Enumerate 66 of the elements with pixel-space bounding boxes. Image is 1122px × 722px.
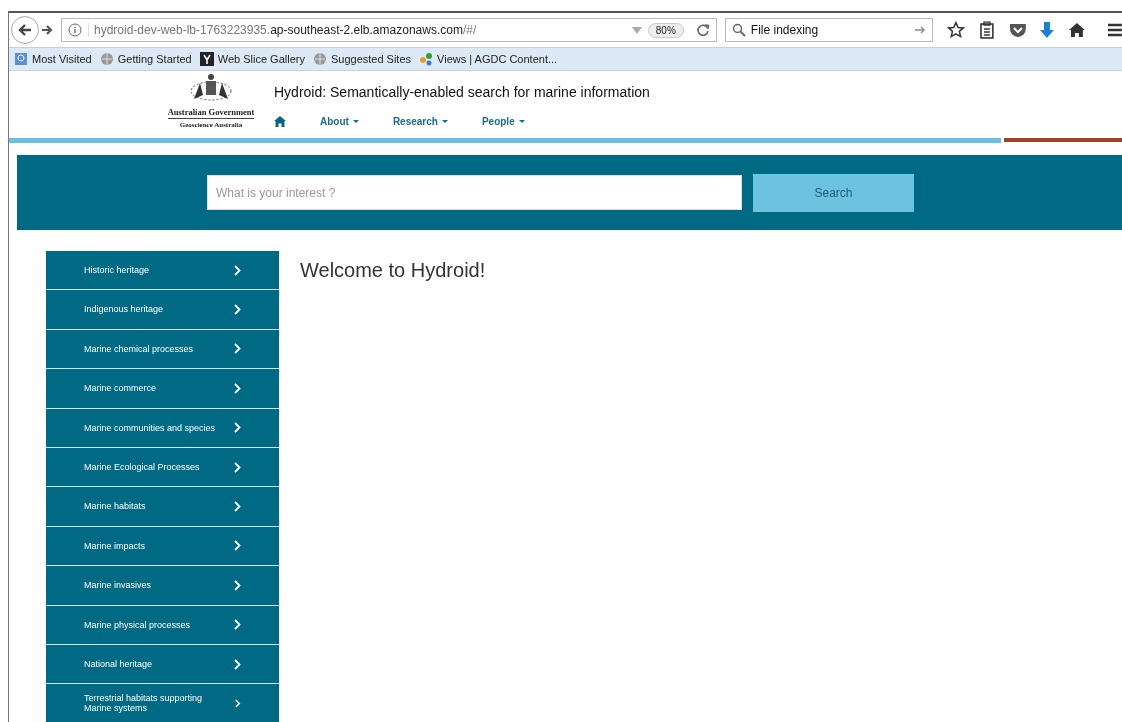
star-icon[interactable] (946, 21, 965, 39)
url-text: hydroid-dev-web-lb-1763223935.ap-southeast-2.elb.amazonaws.com/#/ (88, 23, 477, 37)
chevron-icon (235, 698, 241, 709)
zoom-level[interactable]: 80% (647, 22, 684, 38)
reload-icon[interactable] (695, 23, 710, 37)
search-field[interactable]: What is your interest ? (207, 175, 742, 210)
sidebar-item[interactable]: Marine habitats (46, 487, 279, 527)
search-button[interactable]: Search (753, 173, 914, 212)
forward-arrow-icon (41, 24, 53, 36)
forward-button[interactable] (39, 24, 53, 36)
browser-search-field[interactable]: File indexing (724, 18, 933, 42)
address-bar[interactable]: hydroid-dev-web-lb-1763223935.ap-southeast-2.elb.amazonaws.com/#/ 80% (61, 18, 717, 42)
chevron-icon (234, 461, 241, 473)
sidebar-item[interactable]: Marine Ecological Processes (46, 447, 279, 488)
chevron-icon (234, 264, 241, 276)
sidebar-item[interactable]: Marine physical processes (46, 605, 279, 645)
nav-link[interactable]: About (320, 116, 359, 127)
chevron-icon (234, 343, 241, 355)
sidebar-item[interactable]: National heritage (46, 644, 279, 685)
bookmark-link[interactable]: Getting Started (99, 52, 192, 66)
globe-icon (99, 52, 114, 66)
bookmark-link[interactable]: Suggested Sites (312, 52, 412, 66)
chevron-icon (234, 501, 241, 513)
caret-icon (352, 120, 359, 123)
bookmark-link[interactable]: Web Slice Gallery (199, 52, 305, 66)
chevron-icon (234, 422, 241, 434)
caret-icon (441, 120, 448, 123)
folder-icon (14, 52, 28, 66)
chevron-icon (234, 579, 241, 591)
sidebar-item[interactable]: Marine invasives (46, 566, 279, 606)
bookmark-link[interactable]: Views | AGDC Content... (419, 52, 558, 66)
nav-link[interactable]: Research (392, 116, 448, 127)
search-icon (731, 23, 746, 37)
info-icon[interactable] (68, 23, 82, 37)
sidebar-item[interactable]: Marine commerce (46, 369, 279, 409)
menu-icon[interactable] (1108, 23, 1122, 37)
home-icon[interactable] (1068, 22, 1087, 38)
download-icon[interactable] (1040, 21, 1055, 39)
chevron-icon (234, 619, 241, 631)
bookmark-link[interactable]: Most Visited (14, 52, 92, 66)
sidebar-item[interactable]: Terrestrial habitats supporting Marine systems (46, 684, 279, 722)
agency-name: Australian Government (167, 107, 255, 119)
pocket-icon[interactable] (1008, 22, 1027, 38)
chevron-icon (234, 658, 241, 670)
welcome-heading: Welcome to Hydroid! (300, 259, 486, 282)
sidebar-item[interactable]: Historic heritage (46, 251, 279, 291)
site-title: Hydroid: Semantically-enabled search for marine information (274, 84, 650, 100)
chevron-icon (234, 382, 241, 394)
chevron-icon (234, 540, 241, 552)
back-button[interactable] (11, 16, 39, 44)
sidebar-item[interactable]: Marine communities and species (46, 408, 279, 448)
clipboard-icon[interactable] (978, 21, 995, 39)
sidebar-item[interactable]: Marine impacts (46, 526, 279, 567)
go-arrow-icon[interactable] (913, 24, 926, 36)
sidebar-item[interactable]: Marine chemical processes (46, 329, 279, 370)
search-value: File indexing (750, 23, 820, 37)
globe-icon (312, 52, 327, 66)
back-arrow-icon (17, 22, 33, 38)
chevron-icon (234, 304, 241, 316)
home-link[interactable] (274, 116, 286, 127)
web-slice-icon (199, 52, 214, 66)
home-icon (274, 116, 286, 127)
nav-link[interactable]: People (481, 116, 525, 127)
sidebar-item[interactable]: Indigenous heritage (46, 290, 279, 330)
caret-icon (518, 120, 525, 123)
dots-icon (419, 52, 434, 66)
